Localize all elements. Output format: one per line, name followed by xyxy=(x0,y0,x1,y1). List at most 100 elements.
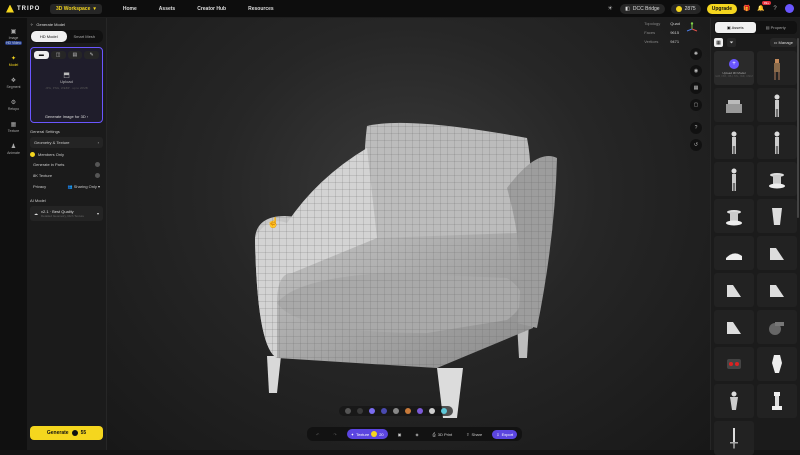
undo-icon[interactable]: ↶ xyxy=(312,430,323,439)
upload-3d-model-button[interactable]: + Upload 3D Model GLB, FBX, OBJ, STL, 3M… xyxy=(714,51,754,85)
material-swatch[interactable] xyxy=(381,408,387,414)
generate-image-link[interactable]: Generate Image for 3D › xyxy=(31,114,102,119)
ai-model-select[interactable]: ☁ v2.1 · Best Quality Detailed Geometry, … xyxy=(30,206,103,221)
asset-thumbnail-figurine[interactable] xyxy=(714,384,754,418)
light-icon[interactable]: ✺ xyxy=(690,48,702,60)
grid-icon[interactable]: ▦ xyxy=(690,82,702,94)
render-icon[interactable]: ▢ xyxy=(690,99,702,111)
material-swatch[interactable] xyxy=(417,408,423,414)
nav-resources[interactable]: Resources xyxy=(248,6,274,12)
tab-hd-model[interactable]: HD Model xyxy=(31,31,67,42)
texture-8k-toggle[interactable] xyxy=(95,173,100,178)
avatar[interactable] xyxy=(785,4,794,13)
asset-thumbnail-ramp[interactable] xyxy=(714,273,754,307)
texture-button[interactable]: ✦ Texture 20 xyxy=(346,429,388,439)
tab-property[interactable]: ▤ Property xyxy=(756,22,797,33)
material-swatch[interactable] xyxy=(369,408,375,414)
generate-in-parts-toggle[interactable] xyxy=(95,162,100,167)
material-swatch[interactable] xyxy=(429,408,435,414)
rail-texture[interactable]: ▦ Texture xyxy=(3,119,25,135)
upload-area[interactable]: ⬒ Upload JPG, PNG, WEBP · up to 20MB xyxy=(34,71,99,90)
text-mode-icon[interactable]: ✎ xyxy=(84,51,99,59)
asset-thumbnail-ramp[interactable] xyxy=(757,236,797,270)
ramp-icon xyxy=(770,248,784,260)
filter-icon[interactable]: ⏷ xyxy=(727,38,736,47)
ramp-icon xyxy=(727,285,741,297)
upload-box[interactable]: ▬ ◫ ▤ ✎ ⬒ Upload JPG, PNG, WEBP · up to … xyxy=(30,47,103,123)
upgrade-button[interactable]: Upgrade xyxy=(706,3,737,14)
app-logo[interactable]: TRIPO xyxy=(6,4,50,13)
vase-icon xyxy=(772,208,782,225)
asset-thumbnail-mannequin[interactable] xyxy=(757,125,797,159)
model-version-icon: ☁ xyxy=(34,211,38,216)
export-button[interactable]: ⇩ Export xyxy=(492,429,518,439)
dcc-bridge-button[interactable]: ◧ DCC Bridge xyxy=(620,3,665,14)
camera-icon[interactable]: ◉ xyxy=(690,65,702,77)
layers-icon[interactable]: ◈ xyxy=(411,430,422,439)
history-icon[interactable]: ↺ xyxy=(690,139,702,151)
manage-button[interactable]: ▭ Manage xyxy=(769,38,797,47)
generate-button[interactable]: Generate 55 xyxy=(30,426,103,440)
nav-creator-hub[interactable]: Creator Hub xyxy=(197,6,226,12)
asset-thumbnail-cloth[interactable] xyxy=(714,236,754,270)
material-swatch[interactable] xyxy=(405,408,411,414)
material-swatch[interactable] xyxy=(393,408,399,414)
grid-view-icon[interactable]: ▦ xyxy=(714,38,723,47)
model-icon: ✦ xyxy=(10,56,17,62)
asset-thumbnail-human-figure[interactable] xyxy=(757,51,797,85)
material-swatch[interactable] xyxy=(345,408,351,414)
workspace-switcher[interactable]: 3D Workspace ▾ xyxy=(50,3,102,14)
privacy-select[interactable]: 👥 Sharing Only ▾ xyxy=(68,184,100,189)
tab-smart-mesh[interactable]: Smart Mesh xyxy=(67,31,103,42)
notification-badge: 99+ xyxy=(761,0,771,5)
cursor-hand-icon: ☝ xyxy=(267,218,280,229)
gift-icon[interactable]: 🎁 xyxy=(743,5,751,13)
help-icon[interactable]: ? xyxy=(690,122,702,134)
material-swatch[interactable] xyxy=(441,408,447,414)
asset-scrollbar[interactable] xyxy=(797,38,799,218)
bell-icon[interactable]: 🔔 99+ xyxy=(757,0,771,13)
asset-thumbnail-ramp[interactable] xyxy=(714,310,754,344)
asset-thumbnail-vase-white[interactable] xyxy=(757,347,797,381)
batch-mode-icon[interactable]: ▤ xyxy=(67,51,83,59)
asset-thumbnail-mannequin[interactable] xyxy=(757,88,797,122)
share-button[interactable]: ⇪ Share xyxy=(462,430,486,439)
asset-thumbnail-chess-piece[interactable] xyxy=(757,384,797,418)
nav-assets[interactable]: Assets xyxy=(159,6,175,12)
single-image-mode-icon[interactable]: ▬ xyxy=(34,51,49,59)
asset-thumbnail-vase[interactable] xyxy=(757,199,797,233)
privacy-row: Privacy 👥 Sharing Only ▾ xyxy=(33,184,100,189)
material-swatch[interactable] xyxy=(357,408,363,414)
asset-thumbnail-cannon[interactable] xyxy=(757,310,797,344)
3d-viewport[interactable]: Topology Quad Faces 9615 Vertices 9471 ✺ ◉ … xyxy=(107,18,710,450)
asset-thumbnail-armchair[interactable] xyxy=(714,88,754,122)
credits-display[interactable]: 2875 xyxy=(670,3,701,14)
asset-thumbnail-ramp[interactable] xyxy=(757,273,797,307)
armchair-wireframe-model[interactable] xyxy=(237,98,567,418)
redo-icon[interactable]: ↷ xyxy=(329,430,340,439)
asset-thumbnail-mannequin[interactable] xyxy=(714,125,754,159)
asset-thumbnail-robot[interactable] xyxy=(714,347,754,381)
figurine-icon xyxy=(730,391,738,410)
rail-model[interactable]: ✦ Model xyxy=(3,53,25,69)
rail-animate[interactable]: ♟ Animate xyxy=(3,141,25,157)
tab-assets[interactable]: ▣ Assets xyxy=(715,22,756,33)
axis-gizmo-icon[interactable] xyxy=(686,22,698,34)
rail-image[interactable]: ▣ Image HD Video xyxy=(3,26,25,47)
sword-icon xyxy=(730,428,738,449)
rail-retopo[interactable]: ⚙ Retopo xyxy=(3,97,25,113)
generate-panel: ✧ Generate Model HD Model Smart Mesh ▬ ◫ … xyxy=(27,18,107,450)
rail-segment[interactable]: ❖ Segment xyxy=(3,75,25,91)
sun-icon[interactable]: ☀ xyxy=(606,5,614,13)
print-button[interactable]: ⎙ 3D Print xyxy=(429,430,457,439)
asset-thumbnail-pedestal[interactable] xyxy=(757,162,797,196)
multi-image-mode-icon[interactable]: ◫ xyxy=(50,51,66,59)
help-icon[interactable]: ? xyxy=(771,5,779,13)
human-figure-icon xyxy=(774,59,780,80)
asset-thumbnail-mannequin[interactable] xyxy=(714,162,754,196)
geometry-texture-select[interactable]: Geometry & Texture › xyxy=(30,137,103,148)
nav-home[interactable]: Home xyxy=(123,6,137,12)
mesh-stats: Topology Quad Faces 9615 Vertices 9471 xyxy=(644,21,680,44)
asset-thumbnail-pedestal[interactable] xyxy=(714,199,754,233)
frame-icon[interactable]: ▣ xyxy=(394,430,406,439)
